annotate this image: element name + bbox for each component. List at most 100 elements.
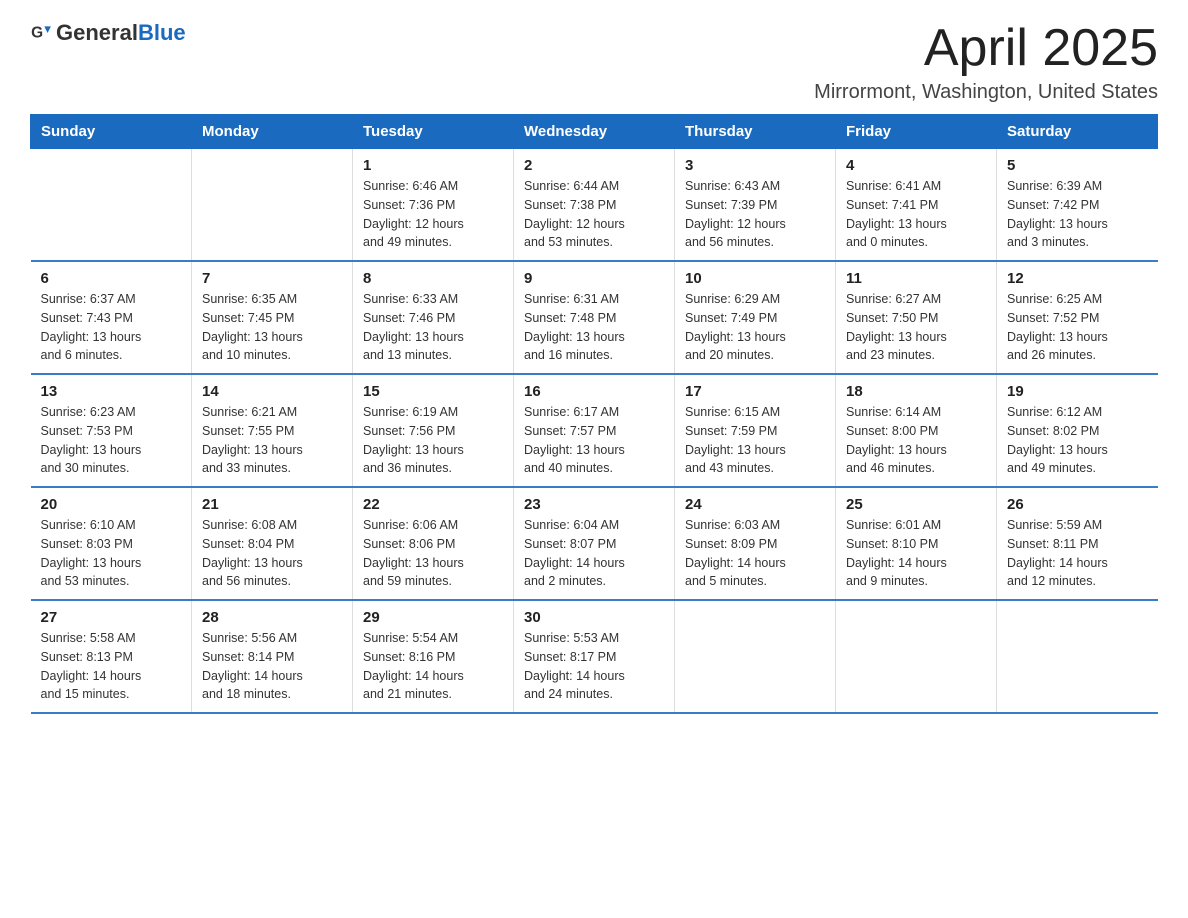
calendar-cell [675,600,836,713]
day-info: Sunrise: 6:17 AM Sunset: 7:57 PM Dayligh… [524,403,664,478]
day-number: 5 [1007,157,1148,174]
day-info: Sunrise: 6:31 AM Sunset: 7:48 PM Dayligh… [524,290,664,365]
day-header-tuesday: Tuesday [353,115,514,149]
day-info: Sunrise: 6:15 AM Sunset: 7:59 PM Dayligh… [685,403,825,478]
day-number: 11 [846,270,986,287]
day-number: 23 [524,496,664,513]
calendar-cell: 20Sunrise: 6:10 AM Sunset: 8:03 PM Dayli… [31,487,192,600]
calendar-cell: 29 Sunrise: 5:54 AM Sunset: 8:16 PM Dayli… [353,600,514,713]
week-row-1: 1 Sunrise: 6:46 AM Sunset: 7:36 PM Daylig… [31,149,1158,262]
day-number: 16 [524,383,664,400]
day-info: Sunrise: 5:58 AM Sunset: 8:13 PM Dayligh… [41,629,182,704]
title-area: April 2025 Mirrormont, Washington, Unite… [814,20,1158,104]
day-info: Sunrise: 6:37 AM Sunset: 7:43 PM Dayligh… [41,290,182,365]
logo-text-blue: Blue [138,20,186,45]
day-number: 8 [363,270,503,287]
calendar-table: SundayMondayTuesdayWednesdayThursdayFrid… [30,114,1158,714]
calendar-cell: 11 Sunrise: 6:27 AM Sunset: 7:50 PM Dayli… [836,261,997,374]
day-number: 19 [1007,383,1148,400]
day-info: Sunrise: 6:35 AM Sunset: 7:45 PM Dayligh… [202,290,342,365]
day-info: Sunrise: 6:25 AM Sunset: 7:52 PM Dayligh… [1007,290,1148,365]
week-row-2: 6 Sunrise: 6:37 AM Sunset: 7:43 PM Daylig… [31,261,1158,374]
calendar-cell [192,149,353,262]
day-info: Sunrise: 5:53 AM Sunset: 8:17 PM Dayligh… [524,629,664,704]
day-info: Sunrise: 6:06 AM Sunset: 8:06 PM Dayligh… [363,516,503,591]
calendar-cell: 30 Sunrise: 5:53 AM Sunset: 8:17 PM Dayli… [514,600,675,713]
calendar-cell: 24Sunrise: 6:03 AM Sunset: 8:09 PM Dayli… [675,487,836,600]
day-number: 1 [363,157,503,174]
day-info: Sunrise: 6:23 AM Sunset: 7:53 PM Dayligh… [41,403,182,478]
week-row-4: 20Sunrise: 6:10 AM Sunset: 8:03 PM Dayli… [31,487,1158,600]
calendar-cell: 10 Sunrise: 6:29 AM Sunset: 7:49 PM Dayli… [675,261,836,374]
day-number: 25 [846,496,986,513]
day-info: Sunrise: 6:43 AM Sunset: 7:39 PM Dayligh… [685,177,825,252]
day-number: 10 [685,270,825,287]
days-header-row: SundayMondayTuesdayWednesdayThursdayFrid… [31,115,1158,149]
day-info: Sunrise: 5:59 AM Sunset: 8:11 PM Dayligh… [1007,516,1148,591]
day-number: 30 [524,609,664,626]
calendar-cell: 4 Sunrise: 6:41 AM Sunset: 7:41 PM Daylig… [836,149,997,262]
calendar-cell: 14 Sunrise: 6:21 AM Sunset: 7:55 PM Dayli… [192,374,353,487]
day-header-thursday: Thursday [675,115,836,149]
day-number: 15 [363,383,503,400]
calendar-cell: 3 Sunrise: 6:43 AM Sunset: 7:39 PM Daylig… [675,149,836,262]
calendar-cell: 15 Sunrise: 6:19 AM Sunset: 7:56 PM Dayli… [353,374,514,487]
day-number: 17 [685,383,825,400]
day-info: Sunrise: 6:08 AM Sunset: 8:04 PM Dayligh… [202,516,342,591]
day-header-monday: Monday [192,115,353,149]
calendar-cell: 16 Sunrise: 6:17 AM Sunset: 7:57 PM Dayli… [514,374,675,487]
day-number: 27 [41,609,182,626]
day-number: 12 [1007,270,1148,287]
day-info: Sunrise: 6:04 AM Sunset: 8:07 PM Dayligh… [524,516,664,591]
day-number: 4 [846,157,986,174]
calendar-cell: 18Sunrise: 6:14 AM Sunset: 8:00 PM Dayli… [836,374,997,487]
calendar-cell [997,600,1158,713]
day-info: Sunrise: 6:46 AM Sunset: 7:36 PM Dayligh… [363,177,503,252]
day-number: 14 [202,383,342,400]
calendar-cell: 17 Sunrise: 6:15 AM Sunset: 7:59 PM Dayli… [675,374,836,487]
day-number: 3 [685,157,825,174]
week-row-5: 27 Sunrise: 5:58 AM Sunset: 8:13 PM Dayli… [31,600,1158,713]
location-subtitle: Mirrormont, Washington, United States [814,81,1158,104]
day-number: 7 [202,270,342,287]
day-info: Sunrise: 6:21 AM Sunset: 7:55 PM Dayligh… [202,403,342,478]
calendar-cell: 23 Sunrise: 6:04 AM Sunset: 8:07 PM Dayli… [514,487,675,600]
calendar-cell: 21Sunrise: 6:08 AM Sunset: 8:04 PM Dayli… [192,487,353,600]
calendar-cell: 19Sunrise: 6:12 AM Sunset: 8:02 PM Dayli… [997,374,1158,487]
logo: G GeneralBlue [30,20,186,46]
calendar-cell: 7 Sunrise: 6:35 AM Sunset: 7:45 PM Daylig… [192,261,353,374]
calendar-cell: 9 Sunrise: 6:31 AM Sunset: 7:48 PM Daylig… [514,261,675,374]
day-number: 28 [202,609,342,626]
week-row-3: 13 Sunrise: 6:23 AM Sunset: 7:53 PM Dayli… [31,374,1158,487]
day-number: 26 [1007,496,1148,513]
day-number: 9 [524,270,664,287]
day-info: Sunrise: 6:03 AM Sunset: 8:09 PM Dayligh… [685,516,825,591]
calendar-cell [31,149,192,262]
calendar-cell: 27 Sunrise: 5:58 AM Sunset: 8:13 PM Dayli… [31,600,192,713]
day-info: Sunrise: 5:54 AM Sunset: 8:16 PM Dayligh… [363,629,503,704]
day-info: Sunrise: 6:10 AM Sunset: 8:03 PM Dayligh… [41,516,182,591]
calendar-cell: 25Sunrise: 6:01 AM Sunset: 8:10 PM Dayli… [836,487,997,600]
day-info: Sunrise: 6:33 AM Sunset: 7:46 PM Dayligh… [363,290,503,365]
calendar-cell: 1 Sunrise: 6:46 AM Sunset: 7:36 PM Daylig… [353,149,514,262]
calendar-cell: 12 Sunrise: 6:25 AM Sunset: 7:52 PM Dayli… [997,261,1158,374]
day-number: 29 [363,609,503,626]
svg-text:G: G [31,24,43,41]
calendar-cell: 2Sunrise: 6:44 AM Sunset: 7:38 PM Daylig… [514,149,675,262]
day-info: Sunrise: 6:29 AM Sunset: 7:49 PM Dayligh… [685,290,825,365]
calendar-cell: 6 Sunrise: 6:37 AM Sunset: 7:43 PM Daylig… [31,261,192,374]
day-number: 6 [41,270,182,287]
logo-text-general: General [56,20,138,45]
calendar-cell: 28Sunrise: 5:56 AM Sunset: 8:14 PM Dayli… [192,600,353,713]
day-header-friday: Friday [836,115,997,149]
month-title: April 2025 [814,20,1158,77]
day-info: Sunrise: 6:19 AM Sunset: 7:56 PM Dayligh… [363,403,503,478]
calendar-cell: 8 Sunrise: 6:33 AM Sunset: 7:46 PM Daylig… [353,261,514,374]
calendar-cell: 5 Sunrise: 6:39 AM Sunset: 7:42 PM Daylig… [997,149,1158,262]
day-info: Sunrise: 6:41 AM Sunset: 7:41 PM Dayligh… [846,177,986,252]
day-number: 13 [41,383,182,400]
day-info: Sunrise: 6:39 AM Sunset: 7:42 PM Dayligh… [1007,177,1148,252]
calendar-cell: 22Sunrise: 6:06 AM Sunset: 8:06 PM Dayli… [353,487,514,600]
day-info: Sunrise: 6:27 AM Sunset: 7:50 PM Dayligh… [846,290,986,365]
day-header-sunday: Sunday [31,115,192,149]
